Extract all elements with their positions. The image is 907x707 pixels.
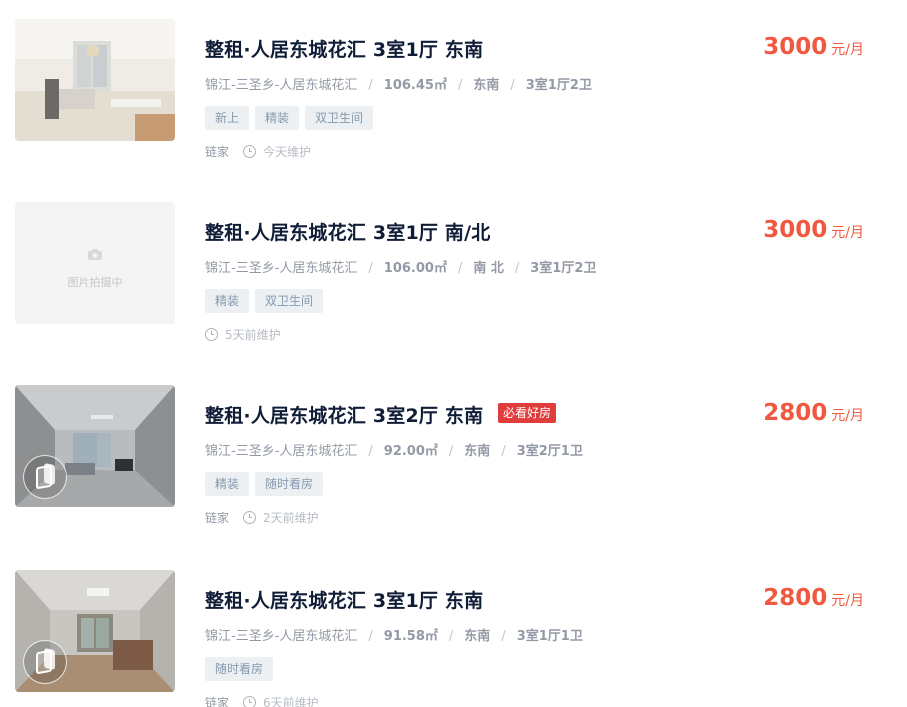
- listing-area: 92.00㎡: [383, 444, 438, 459]
- maintained-time: 2天前维护: [263, 511, 319, 525]
- tag: 随时看房: [205, 657, 274, 681]
- tag: 新上: [205, 106, 250, 130]
- listing-orientation: 东南: [464, 444, 491, 459]
- tag: 双卫生间: [255, 289, 324, 313]
- listing-layout: 3室1厅1卫: [516, 629, 583, 644]
- listing-item[interactable]: 整租·人居东城花汇 3室1厅 东南 锦江-三圣乡-人居东城花汇/91.58㎡ / 东…: [0, 570, 907, 707]
- listing-tags: 新上 精装 双卫生间: [205, 106, 379, 130]
- listing-area: 106.00㎡: [383, 261, 447, 276]
- listing-area: 106.45㎡: [383, 78, 447, 93]
- listing-photo[interactable]: [15, 570, 175, 692]
- listing-meta: 5天前维护: [205, 326, 281, 343]
- listing-item[interactable]: 图片拍摄中 整租·人居东城花汇 3室1厅 南/北 锦江-三圣乡-人居东城花汇/1…: [0, 202, 907, 352]
- price-unit: 元/月: [831, 225, 864, 241]
- listing-source: 链家: [205, 511, 230, 525]
- listing-orientation: 东南: [473, 78, 500, 93]
- clock-icon: [243, 511, 257, 524]
- listing-title[interactable]: 整租·人居东城花汇 3室2厅 东南: [205, 401, 483, 428]
- vr-icon[interactable]: [23, 455, 67, 499]
- listing-district[interactable]: 锦江-三圣乡-人居东城花汇: [205, 629, 357, 644]
- vr-icon[interactable]: [23, 640, 67, 684]
- listing-price: 2800 元/月: [763, 585, 864, 611]
- listing-district[interactable]: 锦江-三圣乡-人居东城花汇: [205, 261, 357, 276]
- tag: 精装: [205, 289, 250, 313]
- price-unit: 元/月: [831, 408, 864, 424]
- maintained-time: 5天前维护: [225, 328, 281, 342]
- maintained-time: 6天前维护: [263, 696, 319, 707]
- listing-price: 3000 元/月: [763, 217, 864, 243]
- tag: 精装: [205, 472, 250, 496]
- tag: 随时看房: [255, 472, 324, 496]
- price-value: 3000: [763, 34, 828, 60]
- clock-icon: [243, 696, 257, 707]
- listing-tags: 精装 随时看房: [205, 472, 329, 496]
- listing-layout: 3室1厅2卫: [530, 261, 597, 276]
- listing-item[interactable]: 整租·人居东城花汇 3室2厅 东南 必看好房 锦江-三圣乡-人居东城花汇/92.…: [0, 385, 907, 535]
- listing-orientation: 东南: [464, 629, 491, 644]
- listing-info: 锦江-三圣乡-人居东城花汇/91.58㎡ / 东南/3室1厅1卫: [205, 629, 583, 644]
- listing-info: 锦江-三圣乡-人居东城花汇/106.00㎡ / 南 北/3室1厅2卫: [205, 261, 597, 276]
- listing-info: 锦江-三圣乡-人居东城花汇/106.45㎡ / 东南/3室1厅2卫: [205, 78, 592, 93]
- listing-layout: 3室1厅2卫: [525, 78, 592, 93]
- listing-orientation: 南 北: [473, 261, 504, 276]
- listing-info: 锦江-三圣乡-人居东城花汇/92.00㎡ / 东南/3室2厅1卫: [205, 444, 583, 459]
- must-see-badge: 必看好房: [498, 403, 557, 423]
- price-unit: 元/月: [831, 593, 864, 609]
- listing-district[interactable]: 锦江-三圣乡-人居东城花汇: [205, 444, 357, 459]
- listing-layout: 3室2厅1卫: [516, 444, 583, 459]
- listing-meta: 链家 6天前维护: [205, 694, 319, 707]
- price-value: 2800: [763, 400, 828, 426]
- listing-area: 91.58㎡: [383, 629, 438, 644]
- listing-price: 3000 元/月: [763, 34, 864, 60]
- clock-icon: [205, 328, 218, 341]
- camera-icon: [88, 249, 102, 260]
- listing-source: 链家: [205, 696, 230, 707]
- listing-photo[interactable]: [15, 385, 175, 507]
- listing-title[interactable]: 整租·人居东城花汇 3室1厅 东南: [205, 35, 483, 62]
- price-unit: 元/月: [831, 42, 864, 58]
- listing-list: 整租·人居东城花汇 3室1厅 东南 锦江-三圣乡-人居东城花汇/106.45㎡ /…: [0, 0, 907, 707]
- listing-tags: 精装 双卫生间: [205, 289, 329, 313]
- listing-title[interactable]: 整租·人居东城花汇 3室1厅 东南: [205, 586, 483, 613]
- listing-title[interactable]: 整租·人居东城花汇 3室1厅 南/北: [205, 218, 490, 245]
- tag: 精装: [255, 106, 300, 130]
- listing-photo-placeholder[interactable]: 图片拍摄中: [15, 202, 175, 324]
- price-value: 2800: [763, 585, 828, 611]
- listing-item[interactable]: 整租·人居东城花汇 3室1厅 东南 锦江-三圣乡-人居东城花汇/106.45㎡ /…: [0, 19, 907, 169]
- listing-district[interactable]: 锦江-三圣乡-人居东城花汇: [205, 78, 357, 93]
- listing-meta: 链家 2天前维护: [205, 509, 319, 526]
- maintained-time: 今天维护: [263, 145, 312, 159]
- price-value: 3000: [763, 217, 828, 243]
- listing-meta: 链家 今天维护: [205, 143, 311, 160]
- listing-tags: 随时看房: [205, 657, 279, 681]
- tag: 双卫生间: [305, 106, 374, 130]
- clock-icon: [243, 145, 257, 158]
- listing-price: 2800 元/月: [763, 400, 864, 426]
- photo-placeholder-text: 图片拍摄中: [67, 276, 123, 289]
- listing-photo[interactable]: [15, 19, 175, 141]
- listing-source: 链家: [205, 145, 230, 159]
